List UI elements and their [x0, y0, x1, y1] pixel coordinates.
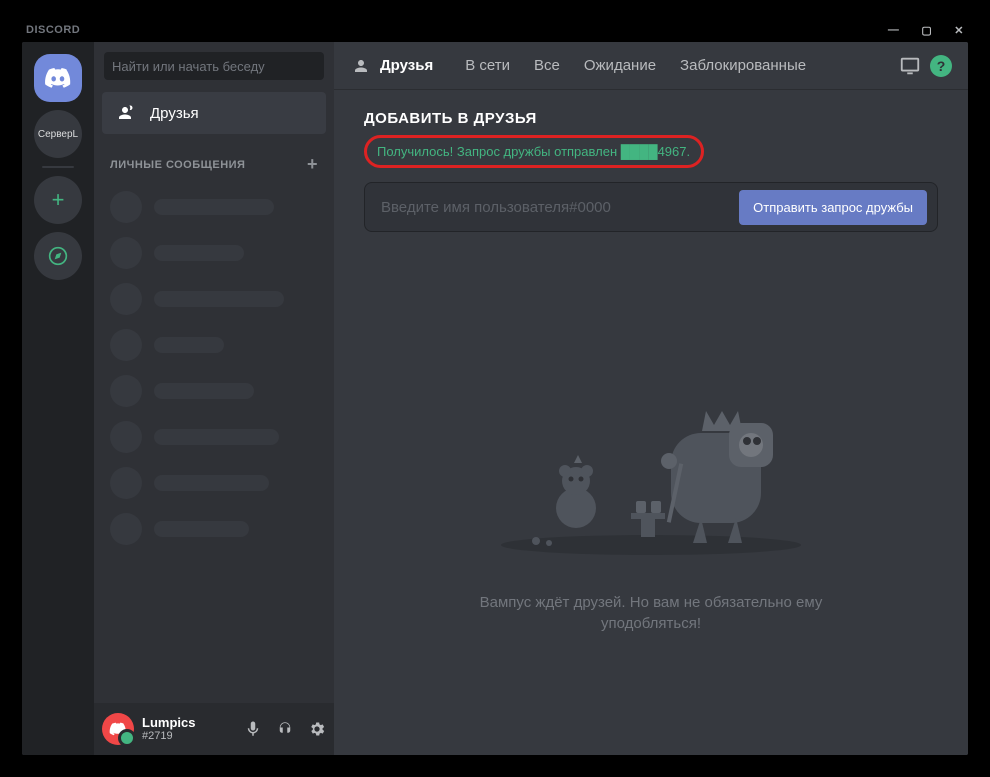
quick-switcher[interactable]: Найти или начать беседу: [104, 52, 324, 80]
discord-icon: [109, 722, 127, 736]
friends-icon: [350, 57, 372, 75]
settings-icon[interactable]: [308, 720, 326, 738]
add-server-button[interactable]: +: [34, 176, 82, 224]
new-group-dm-button[interactable]: [898, 54, 922, 78]
dm-item-placeholder: [102, 325, 326, 365]
friends-nav[interactable]: Друзья: [102, 92, 326, 134]
tab-blocked[interactable]: Заблокированные: [672, 53, 814, 78]
friends-icon: [114, 104, 136, 122]
add-friend-heading: ДОБАВИТЬ В ДРУЗЬЯ: [364, 110, 938, 127]
dm-section-header: ЛИЧНЫЕ СООБЩЕНИЯ: [110, 159, 245, 171]
server-item[interactable]: СерверL: [34, 110, 82, 158]
user-avatar[interactable]: [102, 713, 134, 745]
tab-pending[interactable]: Ожидание: [576, 53, 664, 78]
mute-icon[interactable]: [244, 720, 262, 738]
add-friend-input[interactable]: [381, 199, 727, 216]
dm-item-placeholder: [102, 233, 326, 273]
maximize-button[interactable]: ▢: [921, 24, 932, 37]
main-content: Друзья В сети Все Ожидание Заблокированн…: [334, 42, 968, 755]
dm-item-placeholder: [102, 417, 326, 457]
minimize-button[interactable]: —: [888, 24, 900, 36]
dm-list: [94, 179, 334, 703]
explore-servers-button[interactable]: [34, 232, 82, 280]
create-dm-button[interactable]: +: [307, 154, 318, 175]
dm-item-placeholder: [102, 463, 326, 503]
server-list: СерверL +: [22, 42, 94, 755]
toolbar-friends-label: Друзья: [380, 57, 433, 74]
friends-nav-label: Друзья: [150, 105, 199, 122]
wumpus-illustration: [481, 363, 821, 563]
compass-icon: [48, 246, 68, 266]
send-friend-request-button[interactable]: Отправить запрос дружбы: [739, 190, 927, 225]
user-tag: #2719: [142, 730, 236, 743]
success-message: Получилось! Запрос дружбы отправлен ████…: [377, 144, 691, 159]
success-highlight: Получилось! Запрос дружбы отправлен ████…: [364, 135, 704, 168]
screen-icon: [899, 55, 921, 77]
dm-item-placeholder: [102, 371, 326, 411]
dm-item-placeholder: [102, 187, 326, 227]
dm-sidebar: Найти или начать беседу Друзья ЛИЧНЫЕ СО…: [94, 42, 334, 755]
home-button[interactable]: [34, 54, 82, 102]
tab-all[interactable]: Все: [526, 53, 568, 78]
user-panel: Lumpics #2719: [94, 703, 334, 755]
empty-state-text: Вампус ждёт друзей. Но вам не обязательн…: [461, 593, 841, 634]
discord-icon: [44, 68, 72, 88]
deafen-icon[interactable]: [276, 720, 294, 738]
dm-item-placeholder: [102, 279, 326, 319]
user-name: Lumpics: [142, 715, 236, 731]
help-button[interactable]: ?: [930, 55, 952, 77]
discord-logo: DISCORD: [26, 24, 80, 36]
close-button[interactable]: ✕: [954, 24, 964, 37]
dm-item-placeholder: [102, 509, 326, 549]
tab-online[interactable]: В сети: [457, 53, 518, 78]
friends-toolbar: Друзья В сети Все Ожидание Заблокированн…: [334, 42, 968, 90]
